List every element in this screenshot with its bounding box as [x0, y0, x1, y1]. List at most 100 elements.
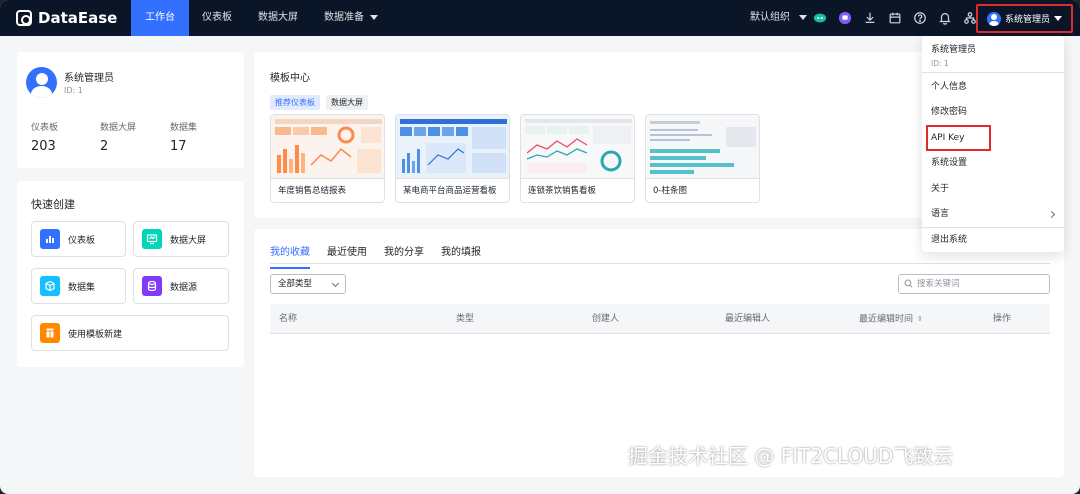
dataease-logo-icon: [16, 10, 32, 26]
template-name: 年度销售总结报表: [278, 186, 347, 196]
quick-create-title: 快速创建: [31, 198, 75, 211]
api-key-highlight: [926, 125, 991, 151]
avatar: [987, 11, 1001, 26]
tab-recently-used[interactable]: 最近使用: [327, 243, 367, 269]
tab-recommended-dashboard[interactable]: 推荐仪表板: [270, 95, 320, 110]
menu-item-system-settings[interactable]: 系统设置: [922, 151, 1064, 176]
profile-card: 系统管理员 ID: 1 仪表板 203 数据大屏 2 数据集 17: [17, 52, 244, 168]
template-card[interactable]: 0-柱条图: [645, 114, 760, 203]
template-card[interactable]: 连锁茶饮销售看板: [520, 114, 635, 203]
menu-user-name: 系统管理员: [931, 45, 977, 55]
database-icon: [142, 276, 162, 296]
nav-item-data-prep[interactable]: 数据准备: [311, 0, 391, 36]
template-icon: [40, 323, 60, 343]
type-filter-select[interactable]: 全部类型: [270, 274, 346, 294]
menu-item-change-password[interactable]: 修改密码: [922, 100, 1064, 125]
stat-dataset: 数据集 17: [170, 120, 197, 154]
chevron-down-icon: [799, 14, 808, 20]
template-thumbnail: [271, 115, 384, 179]
template-tabs: 推荐仪表板 数据大屏: [270, 95, 368, 110]
avatar: [26, 67, 57, 98]
search-input[interactable]: 搜索关键词: [898, 274, 1050, 294]
table-header: 名称 类型 创建人 最近编辑人 最近编辑时间 ⇕ 操作: [270, 304, 1050, 334]
template-center-title: 模板中心: [270, 73, 310, 84]
template-thumbnail: [396, 115, 509, 179]
create-from-template-button[interactable]: 使用模板新建: [31, 315, 229, 351]
stat-dashboard: 仪表板 203: [31, 120, 58, 154]
column-label: 最近编辑时间: [859, 314, 914, 325]
select-value: 全部类型: [278, 279, 313, 289]
menu-item-logout[interactable]: 退出系统: [922, 228, 1064, 253]
screen-icon: [142, 229, 162, 249]
template-thumbnail: [646, 115, 759, 179]
chevron-right-icon: [1047, 210, 1056, 219]
template-card[interactable]: 年度销售总结报表: [270, 114, 385, 203]
button-label: 使用模板新建: [68, 329, 123, 340]
tab-my-shares[interactable]: 我的分享: [384, 243, 424, 269]
chevron-down-icon: [370, 14, 378, 20]
create-datasource-button[interactable]: 数据源: [133, 268, 229, 304]
button-label: 数据大屏: [170, 235, 207, 246]
user-menu-trigger[interactable]: 系统管理员: [976, 4, 1073, 33]
tab-my-fillings[interactable]: 我的填报: [441, 243, 481, 269]
watermark-text: 掘金技术社区 @ FIT2CLOUD飞致云: [628, 444, 954, 468]
tab-my-favorites[interactable]: 我的收藏: [270, 243, 310, 269]
app-window: DataEase 工作台 仪表板 数据大屏 数据准备 默认组织 系统管理员 系统…: [0, 0, 1080, 494]
nav-label: 工作台: [145, 12, 175, 23]
search-icon: [904, 279, 913, 288]
org-label: 默认组织: [750, 12, 790, 23]
button-label: 数据集: [68, 282, 96, 293]
bell-icon[interactable]: [937, 10, 953, 26]
template-card[interactable]: 某电商平台商品运营看板: [395, 114, 510, 203]
stat-label: 数据集: [170, 123, 198, 133]
create-data-screen-button[interactable]: 数据大屏: [133, 221, 229, 257]
menu-user-id: ID: 1: [931, 59, 949, 68]
user-name: 系统管理员: [1005, 15, 1051, 25]
nav-item-data-screen[interactable]: 数据大屏: [245, 0, 311, 36]
main-nav: 工作台 仪表板 数据大屏 数据准备: [131, 0, 391, 36]
menu-user-header: 系统管理员 ID: 1: [922, 36, 1064, 73]
chevron-down-icon: [331, 279, 340, 288]
menu-item-profile[interactable]: 个人信息: [922, 75, 1064, 100]
profile-id: ID: 1: [64, 86, 83, 95]
template-name: 连锁茶饮销售看板: [528, 186, 597, 196]
button-label: 数据源: [170, 282, 198, 293]
stat-label: 仪表板: [31, 123, 59, 133]
cube-icon: [40, 276, 60, 296]
list-tabs: 我的收藏 最近使用 我的分享 我的填报: [270, 243, 481, 269]
message-icon[interactable]: [837, 10, 853, 26]
menu-item-about[interactable]: 关于: [922, 177, 1064, 202]
ai-assistant-icon[interactable]: [812, 10, 828, 26]
menu-item-label: 语言: [931, 209, 950, 219]
stat-value: 2: [100, 139, 109, 154]
tab-data-screen[interactable]: 数据大屏: [326, 95, 368, 110]
column-last-edit-time[interactable]: 最近编辑时间 ⇕: [859, 304, 923, 334]
create-dashboard-button[interactable]: 仪表板: [31, 221, 126, 257]
profile-name: 系统管理员: [64, 73, 114, 84]
quick-create-card: 快速创建 仪表板 数据大屏 数据集 数据源 使用模板新建: [17, 181, 244, 367]
sort-icon[interactable]: ⇕: [917, 304, 923, 334]
stat-value: 17: [170, 139, 187, 154]
nav-label: 数据准备: [324, 12, 364, 23]
download-icon[interactable]: [862, 10, 878, 26]
search-placeholder: 搜索关键词: [917, 279, 960, 289]
menu-item-language[interactable]: 语言: [922, 202, 1064, 227]
bar-chart-icon: [40, 229, 60, 249]
app-logo[interactable]: DataEase: [16, 8, 117, 28]
calendar-icon[interactable]: [887, 10, 903, 26]
stat-value: 203: [31, 139, 56, 154]
caret-down-icon: [1054, 16, 1063, 21]
create-dataset-button[interactable]: 数据集: [31, 268, 126, 304]
org-switcher[interactable]: 默认组织: [750, 0, 808, 36]
top-navbar: DataEase 工作台 仪表板 数据大屏 数据准备 默认组织 系统管理员: [0, 0, 1080, 36]
template-name: 0-柱条图: [653, 186, 687, 196]
column-last-editor: 最近编辑人: [725, 314, 771, 324]
column-actions: 操作: [993, 314, 1012, 324]
nav-item-workbench[interactable]: 工作台: [131, 0, 189, 36]
nav-label: 仪表板: [202, 12, 232, 23]
stat-data-screen: 数据大屏 2: [100, 120, 136, 154]
help-icon[interactable]: [912, 10, 928, 26]
divider: [270, 263, 1050, 264]
column-type: 类型: [456, 314, 475, 324]
nav-item-dashboard[interactable]: 仪表板: [189, 0, 245, 36]
